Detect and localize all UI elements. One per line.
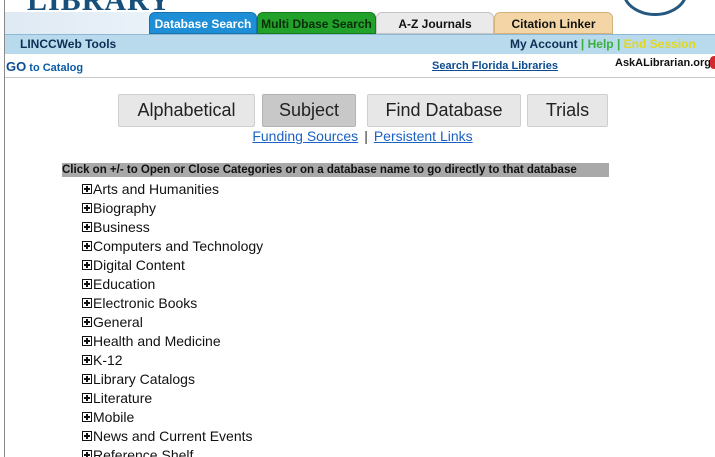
plus-box-icon[interactable] — [82, 316, 92, 327]
category-item[interactable]: Computers and Technology — [82, 236, 263, 255]
category-item[interactable]: General — [82, 312, 263, 331]
persistent-links-link[interactable]: Persistent Links — [374, 128, 473, 144]
category-item[interactable]: Reference Shelf — [82, 445, 263, 457]
instruction-banner: Click on +/- to Open or Close Categories… — [62, 163, 609, 177]
category-label[interactable]: Mobile — [93, 409, 134, 425]
trials-button[interactable]: Trials — [527, 94, 608, 127]
go-label: GO — [6, 59, 27, 74]
plus-box-icon[interactable] — [82, 183, 92, 194]
category-label[interactable]: K-12 — [93, 352, 123, 368]
category-item[interactable]: Health and Medicine — [82, 331, 263, 350]
toolbar-separator: | — [580, 37, 585, 51]
alphabetical-button[interactable]: Alphabetical — [118, 94, 255, 127]
category-item[interactable]: Library Catalogs — [82, 369, 263, 388]
sub-links-separator: | — [364, 128, 368, 144]
category-label[interactable]: Business — [93, 219, 150, 235]
site-header: LIBRARY Database Search Multi Dbase Sear… — [5, 0, 715, 34]
plus-box-icon[interactable] — [82, 354, 92, 365]
category-item[interactable]: Biography — [82, 198, 263, 217]
plus-box-icon[interactable] — [82, 392, 92, 403]
ask-librarian-icon[interactable] — [710, 56, 715, 69]
find-database-button[interactable]: Find Database — [367, 94, 521, 127]
category-item[interactable]: Arts and Humanities — [82, 179, 263, 198]
page-frame: LIBRARY Database Search Multi Dbase Sear… — [4, 0, 715, 457]
help-link[interactable]: Help — [588, 37, 614, 51]
plus-box-icon[interactable] — [82, 259, 92, 270]
plus-box-icon[interactable] — [82, 202, 92, 213]
plus-box-icon[interactable] — [82, 240, 92, 251]
tools-bar: LINCCWeb Tools My Account | Help | End S… — [5, 34, 715, 54]
end-session-link[interactable]: End Session — [624, 37, 696, 51]
plus-box-icon[interactable] — [82, 449, 92, 457]
tab-citation-linker[interactable]: Citation Linker — [494, 12, 613, 34]
category-label[interactable]: Electronic Books — [93, 295, 197, 311]
plus-box-icon[interactable] — [82, 430, 92, 441]
tools-title: LINCCWeb Tools — [20, 37, 117, 51]
category-item[interactable]: Literature — [82, 388, 263, 407]
ask-a-librarian-link[interactable]: AskALibrarian.org — [615, 57, 711, 69]
go-to-catalog-link[interactable]: GO to Catalog — [6, 59, 83, 74]
sub-links: Funding Sources | Persistent Links — [5, 128, 715, 144]
category-label[interactable]: Biography — [93, 200, 156, 216]
category-label[interactable]: Library Catalogs — [93, 371, 195, 387]
tab-multi-dbase-search[interactable]: Multi Dbase Search — [257, 12, 376, 34]
category-item[interactable]: News and Current Events — [82, 426, 263, 445]
category-item[interactable]: Education — [82, 274, 263, 293]
tab-database-search[interactable]: Database Search — [149, 12, 257, 34]
search-florida-libraries-link[interactable]: Search Florida Libraries — [432, 60, 558, 72]
plus-box-icon[interactable] — [82, 221, 92, 232]
category-label[interactable]: News and Current Events — [93, 428, 253, 444]
links-bar: GO to Catalog Search Florida Libraries A… — [5, 54, 715, 78]
subject-button[interactable]: Subject — [262, 94, 356, 127]
category-list: Arts and Humanities Biography Business C… — [82, 179, 263, 457]
toolbar-separator-2: | — [616, 37, 621, 51]
plus-box-icon[interactable] — [82, 297, 92, 308]
category-label[interactable]: Digital Content — [93, 257, 185, 273]
go-suffix: to Catalog — [26, 62, 84, 74]
plus-box-icon[interactable] — [82, 373, 92, 384]
plus-box-icon[interactable] — [82, 335, 92, 346]
category-label[interactable]: General — [93, 314, 143, 330]
category-label[interactable]: Arts and Humanities — [93, 181, 219, 197]
funding-sources-link[interactable]: Funding Sources — [252, 128, 358, 144]
category-item[interactable]: Business — [82, 217, 263, 236]
category-label[interactable]: Education — [93, 276, 155, 292]
my-account-link[interactable]: My Account — [510, 37, 578, 51]
plus-box-icon[interactable] — [82, 411, 92, 422]
category-label[interactable]: Health and Medicine — [93, 333, 221, 349]
category-label[interactable]: Computers and Technology — [93, 238, 263, 254]
category-item[interactable]: Mobile — [82, 407, 263, 426]
category-item[interactable]: K-12 — [82, 350, 263, 369]
category-label[interactable]: Reference Shelf — [93, 447, 193, 457]
tab-az-journals[interactable]: A-Z Journals — [376, 12, 494, 34]
plus-box-icon[interactable] — [82, 278, 92, 289]
category-label[interactable]: Literature — [93, 390, 152, 406]
category-item[interactable]: Digital Content — [82, 255, 263, 274]
account-links: My Account | Help | End Session — [510, 37, 696, 51]
header-decoration — [622, 0, 688, 16]
category-item[interactable]: Electronic Books — [82, 293, 263, 312]
